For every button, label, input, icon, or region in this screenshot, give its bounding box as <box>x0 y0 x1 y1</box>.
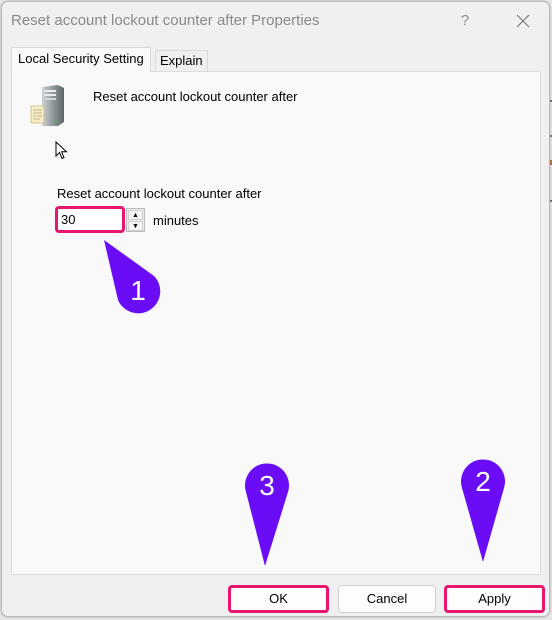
server-policy-icon <box>30 85 64 126</box>
annotation-marker-2: 2 <box>461 459 505 562</box>
cancel-button[interactable]: Cancel <box>338 585 436 613</box>
close-button[interactable] <box>505 7 541 35</box>
field-label: Reset account lockout counter after <box>57 186 262 201</box>
marker-number: 3 <box>259 470 275 501</box>
tab-explain[interactable]: Explain <box>155 50 208 71</box>
mouse-cursor-icon <box>55 141 68 160</box>
window-title: Reset account lockout counter after Prop… <box>11 12 320 29</box>
spin-down-button[interactable]: ▼ <box>128 221 143 231</box>
close-icon <box>516 14 530 28</box>
help-button[interactable]: ? <box>451 8 479 34</box>
marker-number: 1 <box>130 275 146 306</box>
minutes-spinner: ▲ ▼ <box>126 208 145 232</box>
apply-button[interactable]: Apply <box>444 585 545 613</box>
annotation-marker-1: 1 <box>104 240 161 314</box>
minutes-input[interactable] <box>55 206 125 233</box>
title-bar: Reset account lockout counter after Prop… <box>2 2 549 40</box>
ok-button[interactable]: OK <box>228 585 329 613</box>
unit-label: minutes <box>153 213 199 228</box>
tab-local-security-setting[interactable]: Local Security Setting <box>11 47 151 72</box>
marker-number: 2 <box>475 466 491 497</box>
annotation-marker-3: 3 <box>245 463 289 566</box>
spin-up-button[interactable]: ▲ <box>128 210 143 220</box>
policy-title: Reset account lockout counter after <box>93 89 298 104</box>
